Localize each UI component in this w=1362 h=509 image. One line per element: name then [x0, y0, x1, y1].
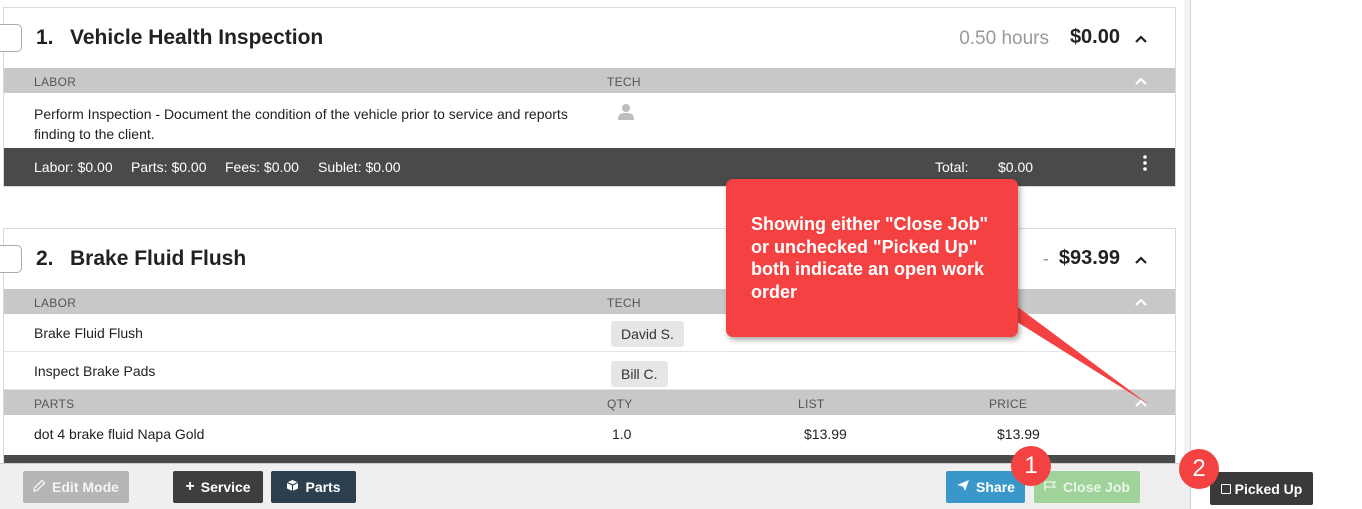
labor-description: Perform Inspection - Document the condit… [34, 104, 568, 144]
job-title-text: Brake Fluid Flush [70, 247, 247, 270]
labor-description-line1: Perform Inspection - Document the condit… [34, 106, 568, 122]
tech-badge[interactable]: Bill C. [611, 361, 668, 387]
job-select-checkbox[interactable] [0, 24, 22, 52]
service-label: Service [200, 479, 251, 495]
part-qty: 1.0 [612, 426, 632, 442]
job-price: $0.00 [1069, 26, 1120, 48]
chevron-up-icon[interactable] [1135, 30, 1147, 46]
summary-labor: Labor: $0.00 [34, 159, 113, 175]
labor-description: Brake Fluid Flush [34, 325, 143, 341]
chevron-up-icon[interactable] [1135, 251, 1147, 267]
more-options-icon[interactable] [1143, 155, 1147, 176]
summary-parts: Parts: $0.00 [131, 159, 207, 175]
part-price: $13.99 [997, 426, 1040, 442]
job-price: $93.99 [1058, 247, 1120, 269]
summary-total-value: $0.00 [998, 159, 1034, 175]
labor-column-header: LABOR [34, 75, 77, 89]
close-job-label: Close Job [1063, 479, 1130, 495]
annotation-marker-1: 1 [1011, 446, 1051, 486]
job-card-header[interactable]: 1. Vehicle Health Inspection 0.50 hours $… [0, 8, 1175, 68]
job-title-text: Vehicle Health Inspection [70, 26, 324, 49]
add-parts-button[interactable]: Parts [271, 471, 356, 503]
labor-table-header: LABOR TECH [4, 68, 1175, 93]
part-name: dot 4 brake fluid Napa Gold [34, 426, 205, 442]
job-hours: 0.50 hours [959, 28, 1049, 49]
parts-column-header: PARTS [34, 397, 75, 411]
collapse-chevron-icon[interactable] [1135, 395, 1147, 410]
unassigned-tech-icon[interactable] [618, 103, 634, 124]
picked-up-toggle[interactable]: Picked Up [1210, 472, 1313, 505]
edit-mode-button[interactable]: Edit Mode [23, 471, 129, 503]
share-label: Share [976, 479, 1015, 495]
pencil-icon [33, 479, 46, 495]
list-column-header: LIST [798, 397, 825, 411]
job-title: 1. Vehicle Health Inspection [36, 26, 323, 50]
job-select-checkbox[interactable] [0, 245, 22, 273]
unchecked-box-icon [1220, 483, 1231, 494]
summary-total-label: Total: [935, 159, 969, 175]
plus-icon: + [185, 478, 195, 495]
parts-row[interactable]: dot 4 brake fluid Napa Gold 1.0 $13.99 $… [4, 415, 1175, 455]
summary-sublet: Sublet: $0.00 [318, 159, 401, 175]
tech-column-header: TECH [607, 296, 641, 310]
labor-row[interactable]: Perform Inspection - Document the condit… [4, 93, 1175, 148]
box-icon [286, 479, 299, 495]
parts-table-header: PARTS QTY LIST PRICE [4, 390, 1175, 415]
tech-badge[interactable]: David S. [611, 321, 684, 347]
job-card-1: 1. Vehicle Health Inspection 0.50 hours $… [0, 7, 1176, 187]
labor-description: Inspect Brake Pads [34, 363, 156, 379]
annotation-marker-2: 2 [1179, 449, 1219, 489]
right-panel [1190, 0, 1362, 509]
annotation-callout: Showing either "Close Job" or unchecked … [726, 179, 1018, 337]
collapse-chevron-icon[interactable] [1135, 294, 1147, 309]
edit-mode-label: Edit Mode [52, 479, 119, 495]
job-title: 2. Brake Fluid Flush [36, 247, 246, 271]
add-service-button[interactable]: + Service [173, 471, 263, 503]
job-hours: - [1042, 249, 1049, 270]
tech-column-header: TECH [607, 75, 641, 89]
labor-description-line2: finding to the client. [34, 126, 155, 142]
job-number: 2. [36, 247, 54, 270]
summary-fees: Fees: $0.00 [225, 159, 299, 175]
labor-row[interactable]: Inspect Brake Pads Bill C. [4, 352, 1175, 390]
qty-column-header: QTY [607, 397, 633, 411]
labor-column-header: LABOR [34, 296, 77, 310]
part-list-price: $13.99 [804, 426, 847, 442]
picked-up-label: Picked Up [1234, 480, 1303, 497]
job-summary-bar [4, 455, 1175, 463]
parts-label: Parts [305, 479, 341, 495]
flag-icon [1044, 479, 1057, 495]
price-column-header: PRICE [989, 397, 1028, 411]
send-icon [956, 479, 970, 495]
close-job-button[interactable]: Close Job [1034, 471, 1140, 503]
collapse-chevron-icon[interactable] [1135, 73, 1147, 88]
job-number: 1. [36, 26, 54, 49]
